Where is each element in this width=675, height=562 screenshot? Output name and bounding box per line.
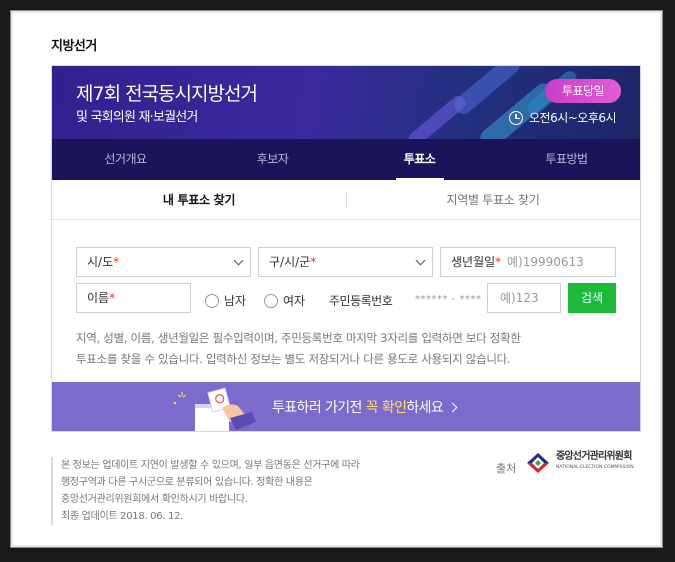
cta-text-after: 하세요	[406, 400, 444, 416]
tab-overview[interactable]: 선거개요	[52, 139, 199, 180]
rrn-last-digits-input[interactable]: 예)123	[487, 283, 561, 313]
election-widget: 제7회 전국동시지방선거 및 국회의원 재·보궐선거 투표당일 오전6시~오후6…	[51, 65, 641, 432]
radio-circle[interactable]	[205, 293, 219, 308]
search-button[interactable]: 검색	[568, 283, 616, 313]
nec-logo[interactable]: 중앙선거관리위원회 NATIONAL ELECTION COMMISSION	[523, 449, 634, 475]
notice-line: 지역, 성별, 이름, 생년월일은 필수입력이며, 주민등록번호 마지막 3자리…	[76, 331, 521, 345]
tab-how-to-vote[interactable]: 투표방법	[493, 139, 640, 180]
ballot-box-icon	[173, 387, 256, 431]
required-mark: *	[495, 255, 502, 269]
input-notice: 지역, 성별, 이름, 생년월일은 필수입력이며, 주민등록번호 마지막 3자리…	[76, 328, 616, 370]
main-tabs: 선거개요 후보자 투표소 투표방법	[52, 139, 640, 180]
section-title: 지방선거	[51, 39, 97, 54]
nec-name-ko: 중앙선거관리위원회	[556, 451, 632, 462]
footnote-line: 중앙선거관리위원회에서 확인하시기 바랍니다.	[61, 494, 248, 505]
voting-hours: 오전6시~오후6시	[509, 109, 617, 126]
nec-name-en: NATIONAL ELECTION COMMISSION	[556, 465, 634, 470]
rrn-mask: ****** - ****	[415, 294, 482, 305]
name-label: 이름	[87, 291, 110, 305]
rrn-placeholder: 예)123	[500, 291, 539, 305]
rrn-label: 주민등록번호	[329, 294, 393, 308]
chevron-right-icon	[447, 402, 458, 413]
tab-candidates[interactable]: 후보자	[199, 139, 346, 180]
sido-select[interactable]: 시/도*	[76, 247, 251, 277]
footnote-line: 행정구역과 다른 구시군으로 분류되어 있습니다. 정확한 내용은	[61, 477, 313, 488]
update-notice: 본 정보는 업데이트 지연이 발생할 수 있으며, 일부 읍면동은 선거구에 따…	[51, 457, 441, 525]
voting-hours-text: 오전6시~오후6시	[529, 111, 617, 125]
required-mark: *	[113, 255, 120, 269]
required-mark: *	[310, 255, 317, 269]
sido-label: 시/도	[87, 255, 114, 269]
gu-select[interactable]: 구/시/군*	[258, 247, 433, 277]
required-mark: *	[109, 291, 116, 305]
subtab-divider	[346, 193, 347, 207]
cta-highlight: 꼭 확인	[365, 400, 407, 416]
birthdate-label: 생년월일	[451, 255, 496, 269]
tab-polling-place[interactable]: 투표소	[346, 139, 493, 180]
election-day-badge: 투표당일	[545, 79, 621, 103]
clock-icon	[509, 110, 523, 125]
banner-title: 제7회 전국동시지방선거	[76, 83, 258, 105]
gender-female-label: 여자	[283, 294, 306, 308]
voting-guide-banner[interactable]: 투표하러 가기전 꼭 확인하세요	[52, 382, 640, 431]
name-input[interactable]: 이름*	[76, 283, 191, 313]
subtab-regional-polling-place[interactable]: 지역별 투표소 찾기	[346, 180, 640, 219]
birthdate-placeholder: 예)19990613	[507, 255, 584, 269]
page-frame: 지방선거 제7회 전국동시지방선거 및 국회의원 재·보궐선거 투표당일 오전6…	[10, 10, 663, 548]
chevron-down-icon	[233, 255, 244, 266]
notice-line: 투표소를 찾을 수 있습니다. 입력하신 정보는 별도 저장되거나 다른 용도로…	[76, 352, 511, 366]
last-updated: 최종 업데이트 2018. 06. 12.	[61, 511, 184, 522]
cta-text-before: 투표하러 가기전	[272, 400, 366, 416]
radio-circle[interactable]	[264, 293, 278, 308]
source-label: 출처	[496, 462, 517, 475]
nec-name: 중앙선거관리위원회 NATIONAL ELECTION COMMISSION	[556, 451, 634, 473]
subtab-my-polling-place[interactable]: 내 투표소 찾기	[52, 180, 346, 219]
election-banner: 제7회 전국동시지방선거 및 국회의원 재·보궐선거 투표당일 오전6시~오후6…	[52, 66, 640, 139]
gender-male-radio[interactable]: 남자	[205, 292, 246, 309]
nec-emblem-icon	[527, 453, 549, 473]
banner-subtitle: 및 국회의원 재·보궐선거	[76, 110, 198, 125]
banner-decoration	[405, 93, 469, 139]
birthdate-input[interactable]: 생년월일* 예)19990613	[440, 247, 616, 277]
gu-label: 구/시/군	[269, 255, 311, 269]
footnote-line: 본 정보는 업데이트 지연이 발생할 수 있으며, 일부 읍면동은 선거구에 따…	[61, 460, 360, 471]
voting-guide-text: 투표하러 가기전 꼭 확인하세요	[272, 397, 458, 417]
chevron-down-icon	[415, 255, 426, 266]
sub-tabs: 내 투표소 찾기 지역별 투표소 찾기	[52, 180, 640, 220]
gender-female-radio[interactable]: 여자	[264, 292, 305, 309]
gender-male-label: 남자	[224, 294, 247, 308]
